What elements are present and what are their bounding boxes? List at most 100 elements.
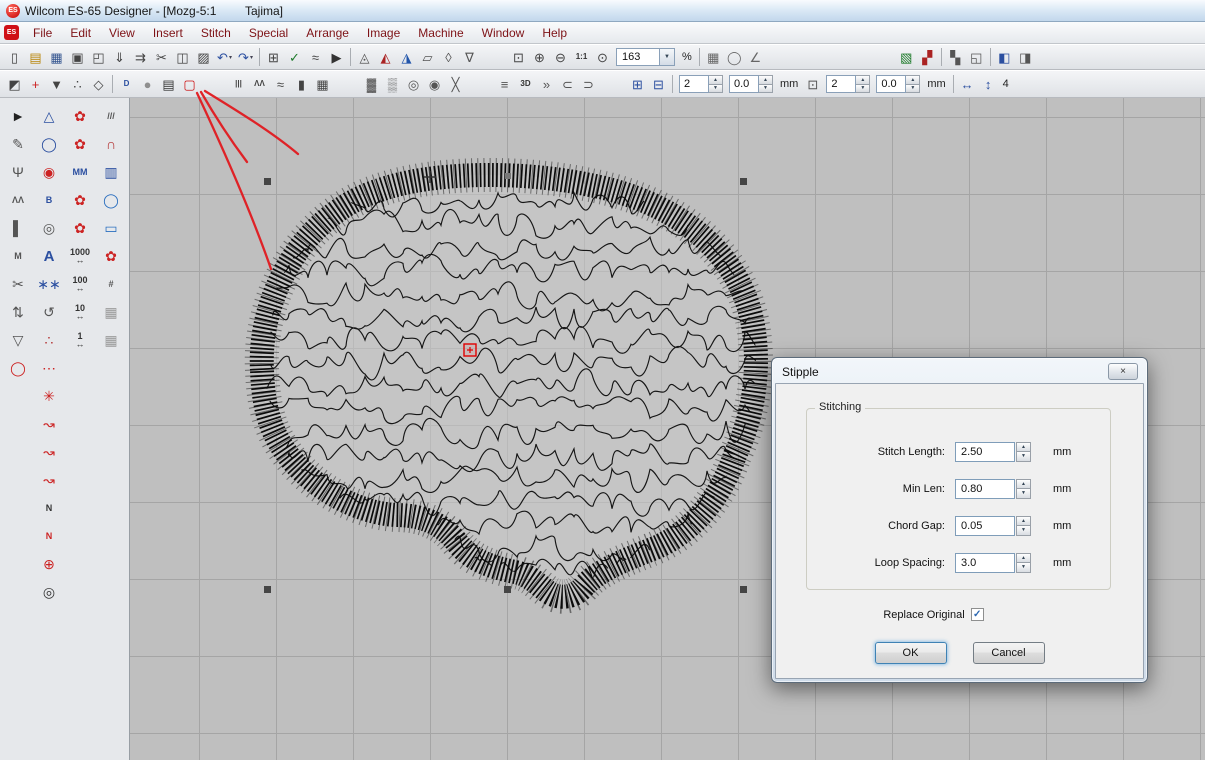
options-button[interactable]: ◨ xyxy=(1015,47,1036,68)
spin-up-icon[interactable]: ▲ xyxy=(1016,516,1031,526)
applique-tool[interactable]: ◎ xyxy=(35,215,63,241)
ok-button[interactable]: OK xyxy=(875,642,947,664)
applique-tooling-button[interactable]: ▱ xyxy=(417,47,438,68)
run-stitch-b-tool[interactable]: ↝ xyxy=(35,439,63,465)
show-design-d-button[interactable]: D xyxy=(116,74,137,95)
undo-button[interactable]: ↶▾ xyxy=(214,47,235,68)
block-tool-b[interactable]: ▦ xyxy=(97,327,125,353)
underlay-button[interactable]: ≡ xyxy=(494,74,515,95)
color-blend-button[interactable]: ◮ xyxy=(396,47,417,68)
stitch-length-spinner[interactable]: ▲▼ xyxy=(1016,442,1031,462)
contour-fill-button[interactable]: ◎ xyxy=(403,74,424,95)
run-stitch-button[interactable]: ||| xyxy=(228,74,249,95)
magic-fill-button[interactable]: ◭ xyxy=(375,47,396,68)
grid-row-spacing-spinner[interactable]: ▲▼ xyxy=(906,75,920,93)
rotate-tool[interactable]: ↺ xyxy=(35,299,63,325)
mesh-fill-tool[interactable]: M xyxy=(4,243,32,269)
stitch-10[interactable]: 10↔ xyxy=(66,299,94,325)
dotted-view-button[interactable]: ∴ xyxy=(67,74,88,95)
chevron-down-icon[interactable]: ▼ xyxy=(660,48,675,66)
arc-tool[interactable]: ∩ xyxy=(97,131,125,157)
show-hoop-button[interactable]: ◯ xyxy=(724,47,745,68)
spin-up-icon[interactable]: ▲ xyxy=(906,75,920,84)
branching-tool[interactable]: Ψ xyxy=(4,159,32,185)
spin-up-icon[interactable]: ▲ xyxy=(1016,479,1031,489)
pull-compensation-button[interactable]: ⊂ xyxy=(557,74,578,95)
hoop-layout-a-button[interactable]: ⊞ xyxy=(627,74,648,95)
flexi-split-button[interactable]: ▒ xyxy=(382,74,403,95)
spacing-icon-button[interactable]: ⊡ xyxy=(802,74,823,95)
menu-special[interactable]: Special xyxy=(240,23,297,43)
grid-col-spacing-value[interactable]: 0.0 xyxy=(729,75,759,93)
grid-columns-value[interactable]: 2 xyxy=(679,75,709,93)
stitch-1[interactable]: 1↔ xyxy=(66,327,94,353)
stitch-100[interactable]: 100↔ xyxy=(66,271,94,297)
effect-3d-button[interactable]: 3D xyxy=(515,74,536,95)
spin-up-icon[interactable]: ▲ xyxy=(759,75,773,84)
new-design-button[interactable]: ▯ xyxy=(4,47,25,68)
flower-small-tool[interactable]: ✿ xyxy=(66,187,94,213)
process-stitches-button[interactable]: ≈ xyxy=(305,47,326,68)
ladder-stitch-tool[interactable]: # xyxy=(97,271,125,297)
flip-tool[interactable]: ⇅ xyxy=(4,299,32,325)
replace-original-checkbox[interactable]: ✓ xyxy=(971,608,984,621)
export-machine-file-button[interactable]: ⇓ xyxy=(109,47,130,68)
rectangle-tool[interactable]: ▭ xyxy=(97,215,125,241)
select-tool[interactable]: ► xyxy=(4,103,32,129)
menu-file[interactable]: File xyxy=(24,23,61,43)
trapunto-button[interactable]: » xyxy=(536,74,557,95)
redo-button[interactable]: ↷▾ xyxy=(235,47,256,68)
spin-down-icon[interactable]: ▼ xyxy=(1016,451,1031,462)
stitch-length-input[interactable]: 2.50 xyxy=(955,442,1015,462)
mesh-warp-button[interactable]: ∇ xyxy=(459,47,480,68)
grid-row-spacing-value[interactable]: 0.0 xyxy=(876,75,906,93)
freehand-open-tool[interactable]: ✎ xyxy=(4,131,32,157)
cancel-button[interactable]: Cancel xyxy=(973,642,1045,664)
grid-col-spacing[interactable]: 0.0▲▼ xyxy=(729,75,773,93)
menu-image[interactable]: Image xyxy=(358,23,409,43)
flower-outline-tool[interactable]: ✿ xyxy=(66,131,94,157)
skew-tool[interactable]: ▽ xyxy=(4,327,32,353)
spin-down-icon[interactable]: ▼ xyxy=(1016,562,1031,573)
spin-up-icon[interactable]: ▲ xyxy=(1016,553,1031,563)
menu-help[interactable]: Help xyxy=(533,23,576,43)
dialog-titlebar[interactable]: Stipple × xyxy=(775,361,1144,383)
menu-stitch[interactable]: Stitch xyxy=(192,23,240,43)
flower-run-tool[interactable]: ✿ xyxy=(66,215,94,241)
stipple-run-tool-button[interactable]: ▢ xyxy=(179,74,200,95)
spin-up-icon[interactable]: ▲ xyxy=(1016,442,1031,452)
ellipse-tool[interactable]: ◯ xyxy=(97,187,125,213)
zoom-level[interactable]: 163▼ xyxy=(616,48,675,66)
motif-run-button[interactable]: ≈ xyxy=(270,74,291,95)
spin-down-icon[interactable]: ▼ xyxy=(1016,488,1031,499)
program-split-button[interactable]: ▓ xyxy=(361,74,382,95)
graded-fill-tool[interactable]: ▥ xyxy=(97,159,125,185)
send-to-machine-button[interactable]: ⇉ xyxy=(130,47,151,68)
grid-row-spacing[interactable]: 0.0▲▼ xyxy=(876,75,920,93)
stitch-player-button[interactable]: ▶ xyxy=(326,47,347,68)
nudge-vertical-button[interactable]: ↕ xyxy=(978,74,999,95)
snap-grid-button[interactable]: ◇ xyxy=(88,74,109,95)
motif-tool[interactable]: MM xyxy=(66,159,94,185)
paste-button[interactable]: ▨ xyxy=(193,47,214,68)
chord-gap-input[interactable]: 0.05 xyxy=(955,516,1015,536)
penetration-tool[interactable]: ◉ xyxy=(35,159,63,185)
check-design-button[interactable]: ✓ xyxy=(284,47,305,68)
zoom-box-button[interactable]: ⊡ xyxy=(508,47,529,68)
scissors-tool[interactable]: ✂ xyxy=(4,271,32,297)
zigzag-column-tool[interactable]: ΛΛ xyxy=(4,187,32,213)
grid-rows-spinner[interactable]: ▲▼ xyxy=(856,75,870,93)
insert-embroidery-button[interactable]: ⊞ xyxy=(263,47,284,68)
chord-gap-spinner[interactable]: ▲▼ xyxy=(1016,516,1031,536)
window-titlebar[interactable]: ES Wilcom ES-65 Designer - [Mozg-5:1 Taj… xyxy=(0,0,1205,22)
zoom-in-button[interactable]: ⊕ xyxy=(529,47,550,68)
block-tool-a[interactable]: ▦ xyxy=(97,299,125,325)
show-connectors-button[interactable]: ▼ xyxy=(46,74,67,95)
dialog-close-button[interactable]: × xyxy=(1108,363,1138,380)
save-design-button[interactable]: ▦ xyxy=(46,47,67,68)
hoop-layout-b-button[interactable]: ⊟ xyxy=(648,74,669,95)
menu-insert[interactable]: Insert xyxy=(144,23,192,43)
nudge-horizontal-button[interactable]: ↔ xyxy=(957,74,978,95)
copy-button[interactable]: ◫ xyxy=(172,47,193,68)
oval-select-tool[interactable]: ◯ xyxy=(4,355,32,381)
